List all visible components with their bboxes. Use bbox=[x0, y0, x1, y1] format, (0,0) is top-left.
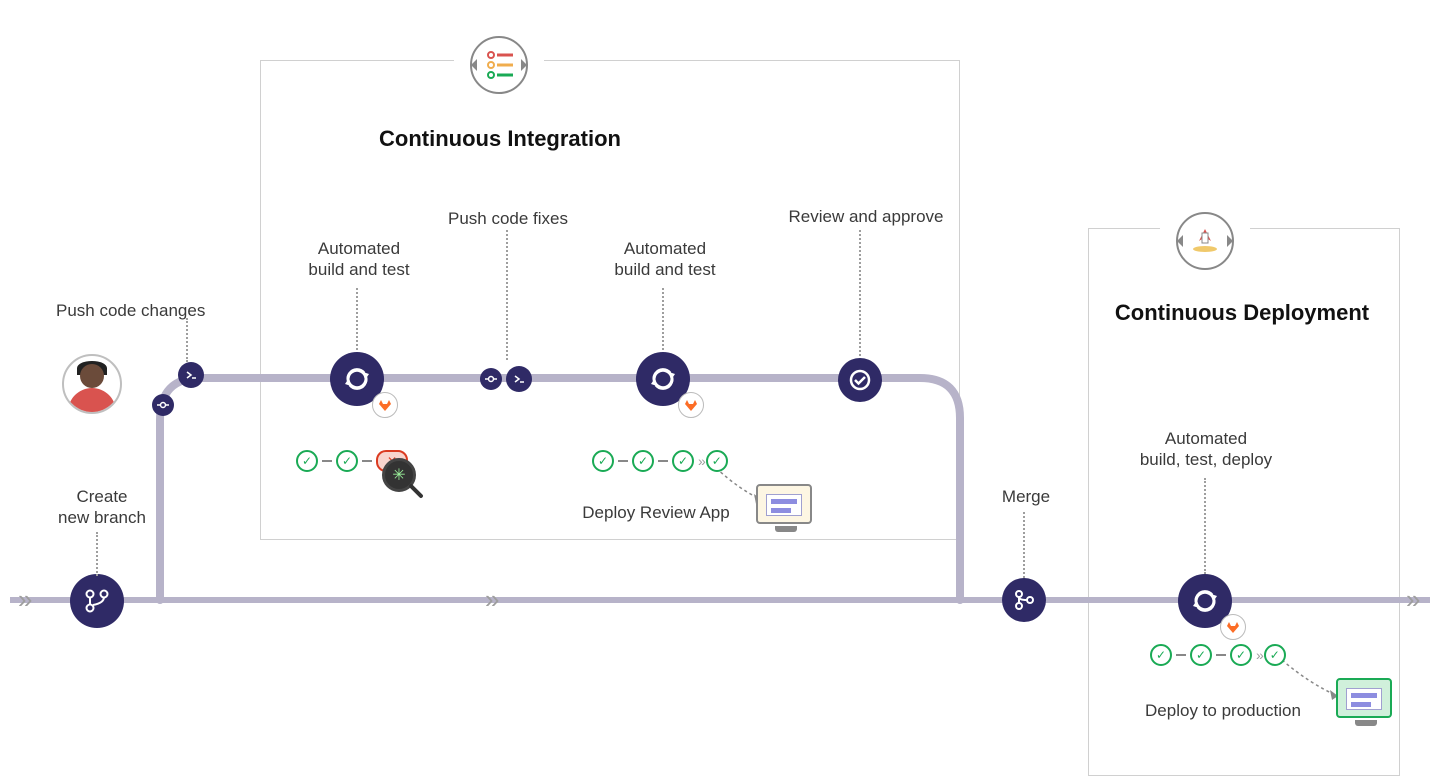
user-avatar bbox=[62, 354, 122, 414]
status-pass-icon: ✓ bbox=[632, 450, 654, 472]
push-changes-label: Push code changes bbox=[56, 300, 226, 321]
gitlab-icon bbox=[684, 398, 698, 412]
ci1-leader bbox=[356, 288, 358, 350]
gitlab-badge-2 bbox=[678, 392, 704, 418]
ci2-status-row: ✓ ✓ ✓ » ✓ bbox=[592, 450, 728, 472]
review-approve-node bbox=[838, 358, 882, 402]
merge-node bbox=[1002, 578, 1046, 622]
status-pass-icon: ✓ bbox=[1150, 644, 1172, 666]
gitlab-badge-3 bbox=[1220, 614, 1246, 640]
review-leader bbox=[859, 230, 861, 356]
status-pass-icon: ✓ bbox=[1264, 644, 1286, 666]
branch-icon bbox=[83, 587, 111, 615]
cycle-icon bbox=[648, 364, 678, 394]
terminal-icon bbox=[184, 368, 198, 382]
terminal-icon bbox=[512, 372, 526, 386]
deploy-prod-label: Deploy to production bbox=[1128, 700, 1318, 721]
status-pass-icon: ✓ bbox=[672, 450, 694, 472]
cycle-icon bbox=[1190, 586, 1220, 616]
production-monitor-icon bbox=[1336, 678, 1396, 728]
status-pass-icon: ✓ bbox=[592, 450, 614, 472]
create-branch-leader bbox=[96, 532, 98, 576]
deploy-review-label: Deploy Review App bbox=[566, 502, 746, 523]
push-changes-leader bbox=[186, 318, 188, 362]
status-pass-icon: ✓ bbox=[296, 450, 318, 472]
review-app-monitor-icon bbox=[756, 484, 816, 534]
commit-node-1 bbox=[152, 394, 174, 416]
cycle-icon bbox=[342, 364, 372, 394]
cd-status-row: ✓ ✓ ✓ » ✓ bbox=[1150, 644, 1286, 666]
gitlab-icon bbox=[378, 398, 392, 412]
ci2-leader bbox=[662, 288, 664, 350]
status-pass-icon: ✓ bbox=[1230, 644, 1252, 666]
gitlab-badge-1 bbox=[372, 392, 398, 418]
merge-icon bbox=[1013, 589, 1035, 611]
push-node-2 bbox=[506, 366, 532, 392]
cd-label: Automated build, test, deploy bbox=[1126, 428, 1286, 471]
commit-icon bbox=[157, 399, 169, 411]
push-fixes-label: Push code fixes bbox=[438, 208, 578, 229]
commit-icon bbox=[485, 373, 497, 385]
gitlab-icon bbox=[1226, 620, 1240, 634]
create-branch-label: Create new branch bbox=[42, 486, 162, 529]
status-pass-icon: ✓ bbox=[1190, 644, 1212, 666]
status-pass-icon: ✓ bbox=[706, 450, 728, 472]
push-node-1 bbox=[178, 362, 204, 388]
merge-label: Merge bbox=[996, 486, 1056, 507]
check-badge-icon bbox=[848, 368, 872, 392]
review-label: Review and approve bbox=[776, 206, 956, 227]
timeline-chevron-1-icon: » bbox=[18, 584, 26, 615]
commit-node-2 bbox=[480, 368, 502, 390]
create-branch-node bbox=[70, 574, 124, 628]
ci2-label: Automated build and test bbox=[600, 238, 730, 281]
fixes-leader bbox=[506, 230, 508, 360]
timeline-chevron-3-icon: » bbox=[1406, 584, 1414, 615]
cd-leader bbox=[1204, 478, 1206, 574]
timeline-chevron-2-icon: » bbox=[485, 584, 493, 615]
merge-leader bbox=[1023, 512, 1025, 578]
status-pass-icon: ✓ bbox=[336, 450, 358, 472]
bug-magnifier-icon: ✳ bbox=[382, 458, 416, 492]
ci1-label: Automated build and test bbox=[294, 238, 424, 281]
